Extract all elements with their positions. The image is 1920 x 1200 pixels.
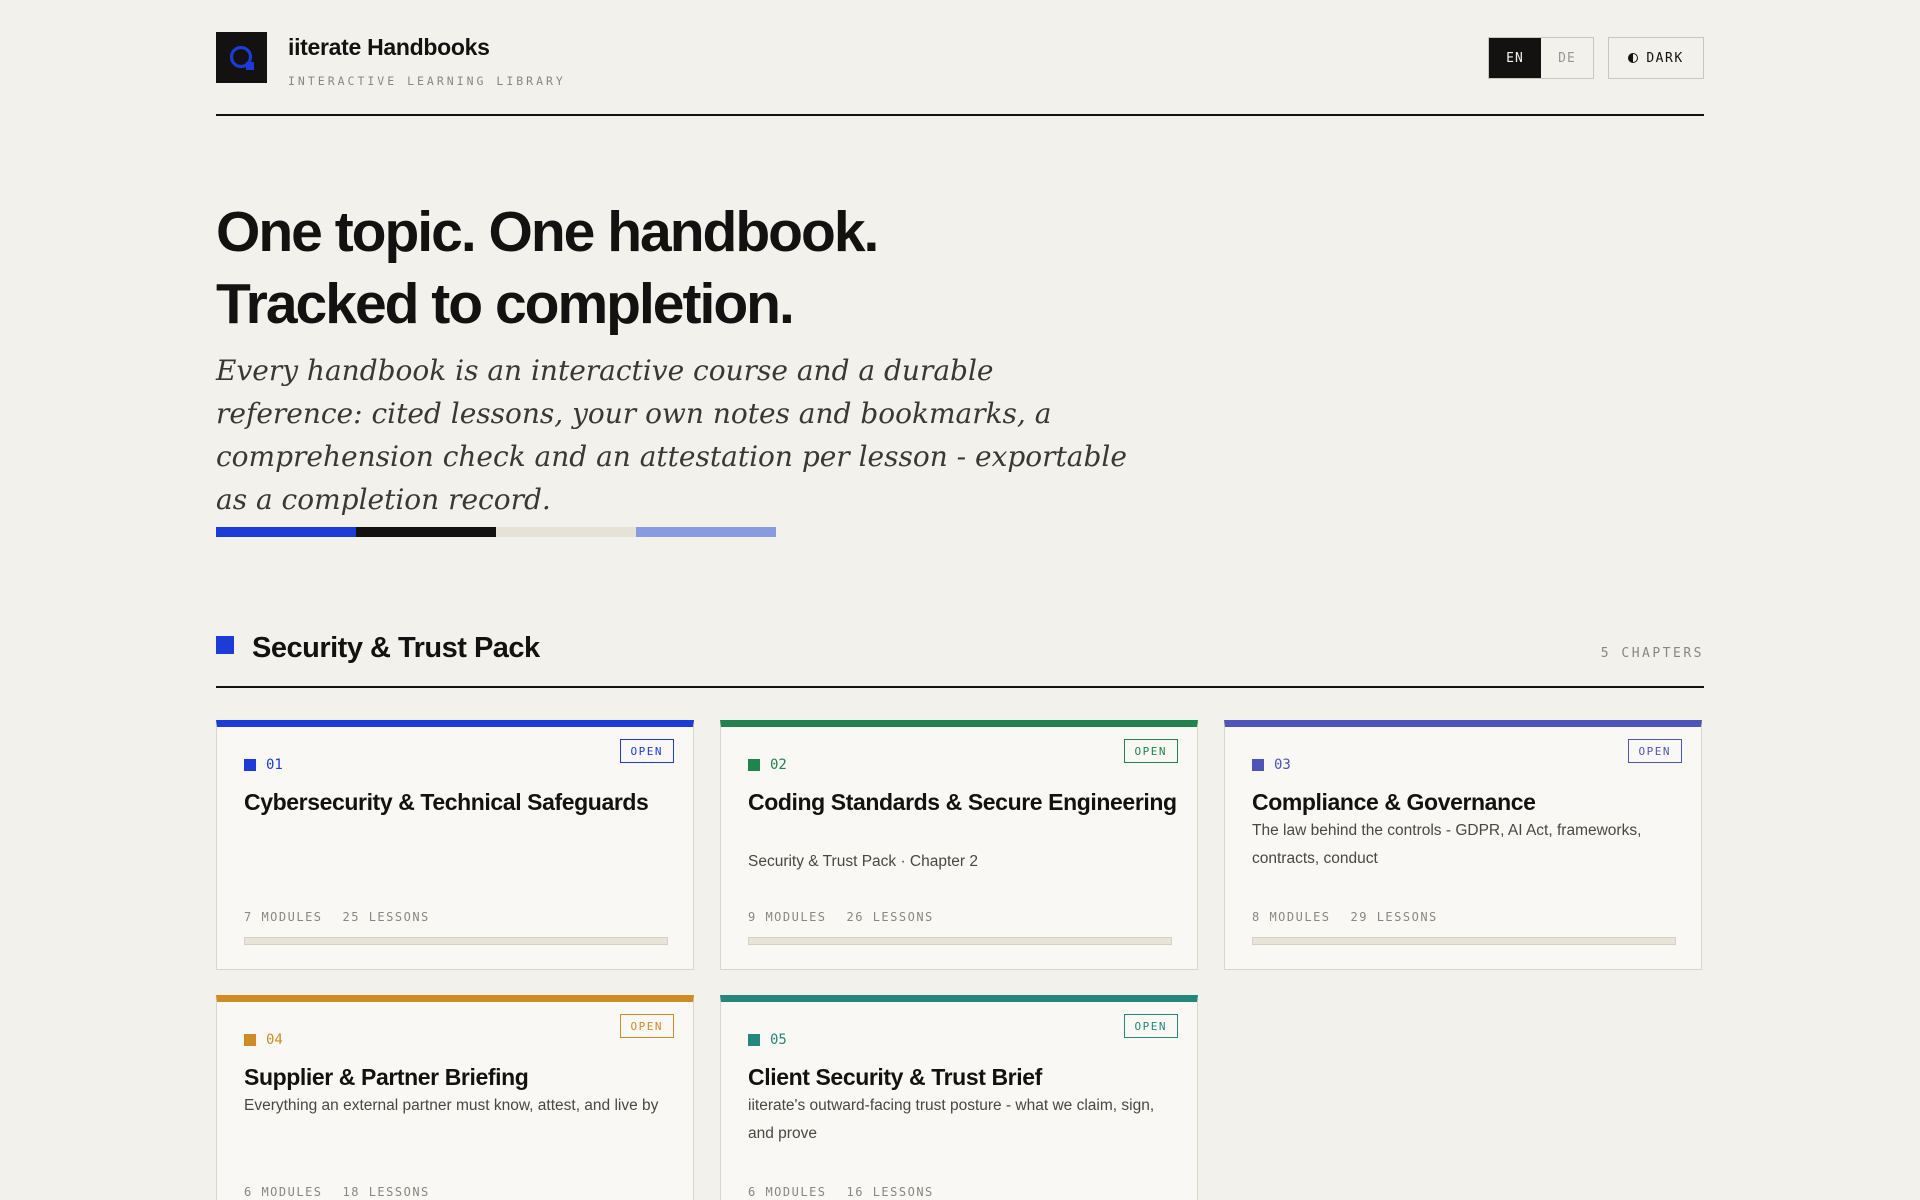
brand-subtitle: INTERACTIVE LEARNING LIBRARY [288, 74, 566, 88]
lang-en-button[interactable]: EN [1489, 38, 1541, 78]
chapter-title: Compliance & Governance [1252, 789, 1536, 815]
chapter-description: Security & Trust Pack · Chapter 2 [748, 853, 979, 870]
chapter-card[interactable]: 04 OPEN Supplier & Partner Briefing Ever… [216, 995, 694, 1200]
chapter-color-square [244, 759, 256, 771]
chapter-color-square [748, 1034, 760, 1046]
status-badge: OPEN [619, 1014, 674, 1038]
lesson-count: 29 LESSONS [1350, 910, 1438, 924]
chapter-meta: 8 MODULES 29 LESSONS [1252, 910, 1438, 924]
module-count: 6 MODULES [748, 1185, 827, 1199]
language-switcher: EN DE [1488, 37, 1594, 79]
chapter-title: Client Security & Trust Brief [748, 1064, 1042, 1090]
chapter-number-label: 05 [770, 1032, 787, 1048]
section-header: Security & Trust Pack 5 CHAPTERS [216, 620, 1704, 688]
chapter-number: 01 [244, 757, 283, 773]
chapter-card[interactable]: 02 OPEN Coding Standards & Secure Engine… [720, 720, 1198, 970]
chapter-title: Supplier & Partner Briefing [244, 1064, 529, 1090]
module-count: 7 MODULES [244, 910, 323, 924]
lesson-count: 16 LESSONS [846, 1185, 934, 1199]
brand-title: iiterate Handbooks [288, 34, 490, 60]
module-count: 9 MODULES [748, 910, 827, 924]
chapter-description: The law behind the controls - GDPR, AI A… [1252, 822, 1642, 867]
chapter-card[interactable]: 05 OPEN Client Security & Trust Brief ii… [720, 995, 1198, 1200]
status-badge: OPEN [619, 739, 674, 763]
chapter-number: 05 [748, 1032, 787, 1048]
section-title: Security & Trust Pack [252, 632, 540, 664]
chapter-meta: 7 MODULES 25 LESSONS [244, 910, 430, 924]
accent-bar-segment [636, 527, 776, 537]
contrast-icon [1628, 53, 1639, 63]
logo[interactable] [216, 32, 267, 83]
chapter-card[interactable]: 03 OPEN Compliance & Governance The law … [1224, 720, 1702, 970]
chapter-number: 02 [748, 757, 787, 773]
hero-title-line-1: One topic. One handbook. [216, 200, 879, 264]
hero-title: One topic. One handbook. Tracked to comp… [216, 196, 1116, 340]
chapter-card[interactable]: 01 OPEN Cybersecurity & Technical Safegu… [216, 720, 694, 970]
chapter-color-square [1252, 759, 1264, 771]
status-badge: OPEN [1627, 739, 1682, 763]
dark-mode-button[interactable]: DARK [1608, 37, 1704, 79]
chapter-number: 03 [1252, 757, 1291, 773]
chapter-number-label: 01 [266, 757, 283, 773]
hero-title-line-2: Tracked to completion. [216, 272, 795, 336]
chapter-meta: 6 MODULES 18 LESSONS [244, 1185, 430, 1199]
accent-bar-segment [496, 527, 636, 537]
lesson-count: 18 LESSONS [342, 1185, 430, 1199]
chapter-description: Everything an external partner must know… [244, 1097, 659, 1114]
status-badge: OPEN [1123, 739, 1178, 763]
lesson-count: 26 LESSONS [846, 910, 934, 924]
chapter-number-label: 04 [266, 1032, 283, 1048]
chapter-color-square [244, 1034, 256, 1046]
chapter-meta: 9 MODULES 26 LESSONS [748, 910, 934, 924]
module-count: 8 MODULES [1252, 910, 1331, 924]
chapter-number-label: 02 [770, 757, 787, 773]
magnifier-logo-icon [229, 45, 254, 70]
accent-bar-segment [356, 527, 496, 537]
lesson-count: 25 LESSONS [342, 910, 430, 924]
section-chapter-count: 5 CHAPTERS [1600, 646, 1704, 661]
section-color-square [216, 636, 234, 654]
module-count: 6 MODULES [244, 1185, 323, 1199]
chapter-title: Cybersecurity & Technical Safeguards [244, 789, 649, 815]
progress-bar [748, 937, 1172, 945]
dark-mode-label: DARK [1646, 50, 1684, 66]
hero-subtitle: Every handbook is an interactive course … [216, 354, 1127, 516]
chapter-color-square [748, 759, 760, 771]
status-badge: OPEN [1123, 1014, 1178, 1038]
site-header: iiterate Handbooks INTERACTIVE LEARNING … [216, 0, 1704, 116]
chapter-title: Coding Standards & Secure Engineering [748, 789, 1177, 815]
accent-bar-strip [216, 527, 776, 537]
chapter-meta: 6 MODULES 16 LESSONS [748, 1185, 934, 1199]
progress-bar [1252, 937, 1676, 945]
lang-de-button[interactable]: DE [1541, 38, 1593, 78]
chapter-description: iiterate's outward-facing trust posture … [748, 1097, 1155, 1142]
chapter-number-label: 03 [1274, 757, 1291, 773]
progress-bar [244, 937, 668, 945]
accent-bar-segment [216, 527, 356, 537]
chapter-number: 04 [244, 1032, 283, 1048]
